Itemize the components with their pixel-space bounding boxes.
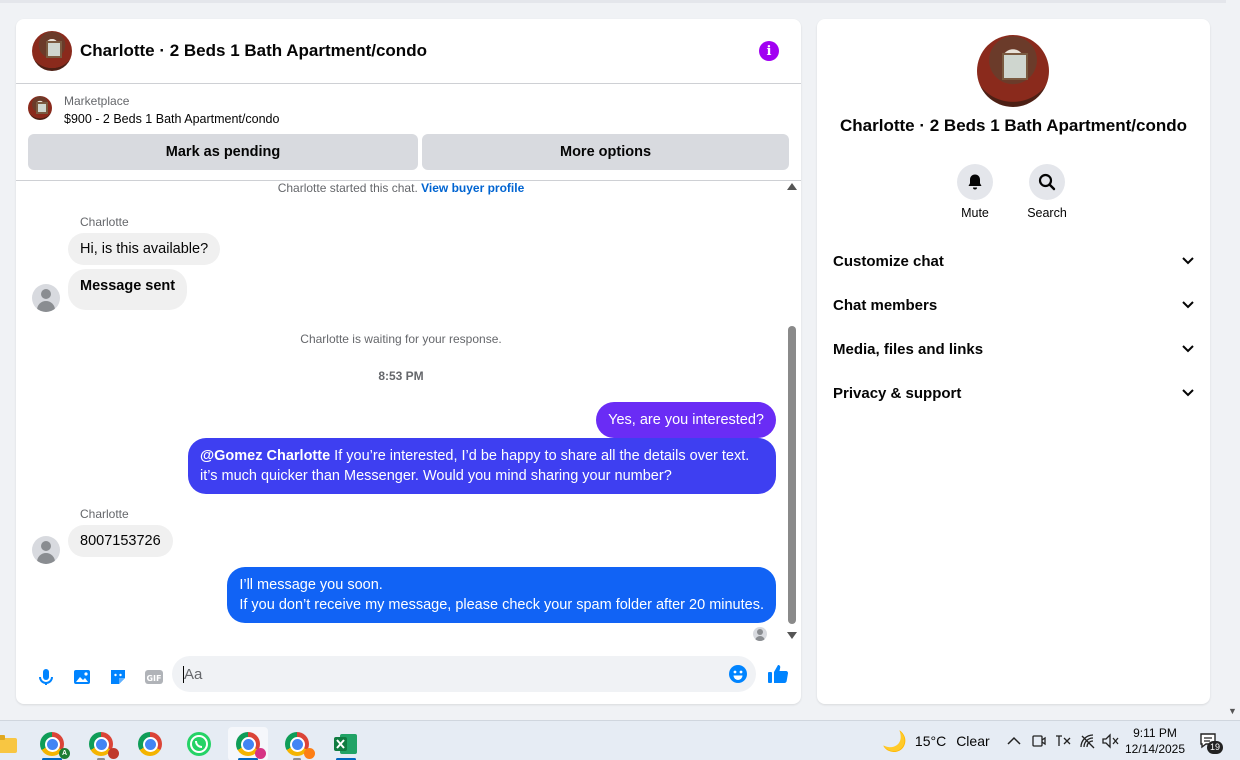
notification-center-icon[interactable]: 19 bbox=[1199, 721, 1224, 760]
weather-widget[interactable]: 🌙 15°C Clear bbox=[882, 721, 990, 760]
listing-thumbnail[interactable] bbox=[28, 96, 52, 120]
mute-label: Mute bbox=[961, 206, 989, 220]
section-label: Customize chat bbox=[833, 252, 944, 270]
message-list: Charlotte started this chat. View buyer … bbox=[16, 181, 801, 643]
chrome-profile-alt-icon[interactable] bbox=[277, 727, 317, 760]
message-scrollbar[interactable] bbox=[786, 181, 798, 641]
input-method-icon[interactable] bbox=[1054, 721, 1072, 760]
chrome-profile-a-icon[interactable]: A bbox=[32, 727, 72, 760]
gif-icon[interactable]: GIF bbox=[136, 659, 172, 695]
windows-taskbar: A 🌙 15°C Clear 9:11 PM 12/14/2025 19 bbox=[0, 720, 1240, 760]
excel-icon[interactable] bbox=[326, 727, 366, 760]
message-composer: GIF bbox=[16, 649, 801, 704]
scroll-down-arrow-icon[interactable] bbox=[787, 632, 797, 639]
chat-started-text: Charlotte started this chat. bbox=[277, 181, 418, 195]
text-cursor bbox=[183, 666, 184, 683]
photo-gallery-icon[interactable] bbox=[64, 659, 100, 695]
message-line: I’ll message you soon. bbox=[239, 577, 383, 593]
clock-date: 12/14/2025 bbox=[1124, 742, 1186, 756]
details-avatar[interactable] bbox=[977, 35, 1049, 107]
incoming-message[interactable]: 8007153726 bbox=[68, 525, 173, 557]
incoming-message[interactable]: Hi, is this available? bbox=[68, 233, 221, 265]
gif-label: GIF bbox=[146, 674, 161, 683]
section-label: Chat members bbox=[833, 296, 938, 314]
volume-muted-icon[interactable] bbox=[1101, 721, 1119, 760]
microphone-icon[interactable] bbox=[28, 659, 64, 695]
search-icon[interactable] bbox=[1029, 164, 1065, 200]
page-scrollbar[interactable]: ▼ bbox=[1226, 0, 1240, 720]
listing-price-title[interactable]: $900 - 2 Beds 1 Bath Apartment/condo bbox=[64, 112, 279, 126]
marketplace-listing: Marketplace $900 - 2 Beds 1 Bath Apartme… bbox=[16, 84, 801, 181]
incoming-message[interactable]: Message sent bbox=[68, 269, 188, 310]
chrome-profile-active-icon[interactable] bbox=[228, 727, 268, 760]
chat-panel: Charlotte · 2 Beds 1 Bath Apartment/cond… bbox=[16, 19, 801, 704]
mention-tag[interactable]: @Gomez Charlotte bbox=[200, 448, 330, 464]
emoji-icon[interactable] bbox=[728, 664, 748, 689]
chevron-down-icon bbox=[1182, 389, 1194, 397]
notification-count-badge: 19 bbox=[1207, 741, 1224, 754]
contact-avatar[interactable] bbox=[32, 284, 60, 312]
weather-condition: Clear bbox=[956, 733, 990, 749]
whatsapp-icon[interactable] bbox=[179, 727, 219, 760]
sender-name: Charlotte bbox=[80, 507, 129, 521]
search-action[interactable]: Search bbox=[1017, 164, 1077, 220]
listing-avatar[interactable] bbox=[32, 31, 72, 71]
privacy-support-section[interactable]: Privacy & support bbox=[833, 375, 1194, 411]
contact-avatar[interactable] bbox=[32, 536, 60, 564]
temperature: 15°C bbox=[914, 733, 947, 749]
mute-action[interactable]: Mute bbox=[945, 164, 1005, 220]
message-input[interactable] bbox=[172, 656, 756, 692]
media-files-links-section[interactable]: Media, files and links bbox=[833, 331, 1194, 367]
show-hidden-icons-icon[interactable] bbox=[1007, 721, 1021, 760]
mark-as-pending-button[interactable]: Mark as pending bbox=[28, 134, 418, 170]
chat-started-notice: Charlotte started this chat. View buyer … bbox=[16, 181, 786, 195]
sender-name: Charlotte bbox=[80, 215, 129, 229]
taskbar-clock[interactable]: 9:11 PM 12/14/2025 bbox=[1120, 725, 1190, 757]
chevron-down-icon bbox=[1182, 345, 1194, 353]
moon-icon: 🌙 bbox=[882, 730, 907, 753]
chat-members-section[interactable]: Chat members bbox=[833, 287, 1194, 323]
marketplace-label: Marketplace bbox=[64, 94, 130, 108]
chevron-down-icon bbox=[1182, 257, 1194, 265]
chat-title[interactable]: Charlotte · 2 Beds 1 Bath Apartment/cond… bbox=[80, 41, 427, 61]
search-label: Search bbox=[1027, 206, 1067, 220]
file-explorer-icon[interactable] bbox=[0, 727, 26, 760]
waiting-notice: Charlotte is waiting for your response. bbox=[300, 332, 502, 346]
chrome-icon[interactable] bbox=[130, 727, 170, 760]
view-buyer-profile-link[interactable]: View buyer profile bbox=[421, 181, 524, 195]
top-border bbox=[0, 0, 1240, 3]
chrome-profile-icon[interactable] bbox=[81, 727, 121, 760]
seen-indicator-avatar bbox=[753, 627, 767, 641]
clock-time: 9:11 PM bbox=[1133, 726, 1177, 740]
section-label: Media, files and links bbox=[833, 340, 984, 358]
bell-icon[interactable] bbox=[957, 164, 993, 200]
outgoing-message[interactable]: I’ll message you soon. If you don’t rece… bbox=[227, 567, 776, 623]
info-icon[interactable]: i bbox=[759, 41, 779, 61]
chat-details-panel: Charlotte · 2 Beds 1 Bath Apartment/cond… bbox=[817, 19, 1210, 704]
details-title: Charlotte · 2 Beds 1 Bath Apartment/cond… bbox=[840, 116, 1187, 135]
message-line: If you don’t receive my message, please … bbox=[239, 597, 764, 613]
thumbs-up-icon[interactable] bbox=[766, 662, 790, 691]
outgoing-message[interactable]: Yes, are you interested? bbox=[596, 402, 776, 438]
network-icon[interactable] bbox=[1079, 721, 1097, 760]
scroll-down-arrow-icon[interactable]: ▼ bbox=[1228, 706, 1237, 716]
scroll-up-arrow-icon[interactable] bbox=[787, 183, 797, 190]
chevron-down-icon bbox=[1182, 301, 1194, 309]
scrollbar-thumb[interactable] bbox=[788, 326, 796, 624]
message-timestamp: 8:53 PM bbox=[378, 369, 424, 383]
section-label: Privacy & support bbox=[833, 384, 962, 402]
sticker-icon[interactable] bbox=[100, 659, 136, 695]
outgoing-message[interactable]: @Gomez Charlotte If you’re interested, I… bbox=[188, 438, 776, 494]
meet-now-icon[interactable] bbox=[1031, 721, 1047, 760]
more-options-button[interactable]: More options bbox=[422, 134, 789, 170]
chat-header: Charlotte · 2 Beds 1 Bath Apartment/cond… bbox=[16, 19, 801, 84]
customize-chat-section[interactable]: Customize chat bbox=[833, 243, 1194, 279]
